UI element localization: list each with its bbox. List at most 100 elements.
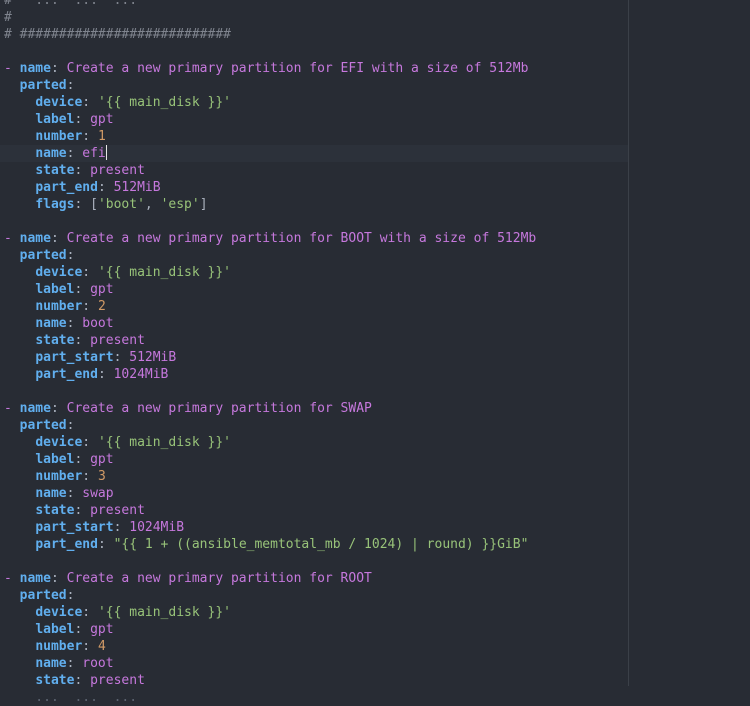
code-token-punct <box>4 520 35 535</box>
code-token-dash: - <box>4 571 20 586</box>
code-token-str: boot <box>82 316 114 331</box>
code-line[interactable]: label: gpt <box>0 111 628 128</box>
code-token-key: label <box>35 282 75 297</box>
code-editor[interactable]: # ... ... ... # # ########################… <box>0 0 750 705</box>
code-token-key: parted <box>19 588 67 603</box>
code-token-quoted: '{{ main_disk }}' <box>97 435 231 450</box>
code-token-quoted: '{{ main_disk }}' <box>97 605 231 620</box>
code-token-key: name <box>35 656 67 671</box>
code-line[interactable]: device: '{{ main_disk }}' <box>0 264 628 281</box>
code-token-key: number <box>35 469 83 484</box>
code-line[interactable]: parted: <box>0 247 628 264</box>
code-line[interactable] <box>0 213 628 230</box>
code-line[interactable]: name: efi <box>0 145 628 162</box>
code-line[interactable]: state: present <box>0 162 628 179</box>
code-token-punct: : <box>66 316 83 331</box>
code-line[interactable]: name: root <box>0 655 628 672</box>
code-line[interactable]: parted: <box>0 77 628 94</box>
code-line[interactable]: # ########################### <box>0 26 628 43</box>
code-line[interactable]: - name: Create a new primary partition f… <box>0 60 628 77</box>
code-line[interactable]: label: gpt <box>0 621 628 638</box>
code-line[interactable]: state: present <box>0 502 628 519</box>
code-token-key: number <box>35 129 83 144</box>
code-token-punct <box>4 282 35 297</box>
code-token-key: label <box>35 112 75 127</box>
code-line[interactable]: - name: Create a new primary partition f… <box>0 400 628 417</box>
code-line[interactable]: # <box>0 9 628 26</box>
code-lines[interactable]: # ... ... ... # # ########################… <box>0 0 628 706</box>
code-token-num: 3 <box>97 469 106 484</box>
code-token-dash: - <box>4 401 20 416</box>
code-token-punct: : <box>50 571 67 586</box>
text-cursor <box>105 145 107 160</box>
code-line[interactable]: device: '{{ main_disk }}' <box>0 434 628 451</box>
code-token-quoted: "{{ 1 + ((ansible_memtotal_mb / 1024) | … <box>113 537 529 552</box>
code-line[interactable]: number: 3 <box>0 468 628 485</box>
code-token-punct: : <box>97 367 114 382</box>
code-token-key: number <box>35 299 83 314</box>
code-line[interactable]: part_start: 512MiB <box>0 349 628 366</box>
code-token-punct: : <box>82 265 98 280</box>
code-token-punct <box>4 367 35 382</box>
code-line[interactable]: state: present <box>0 672 628 689</box>
code-line[interactable]: part_end: "{{ 1 + ((ansible_memtotal_mb … <box>0 536 628 553</box>
code-line[interactable] <box>0 383 628 400</box>
code-token-punct: : <box>50 61 67 76</box>
code-token-partial: ... ... ... <box>4 690 138 705</box>
code-line[interactable]: part_end: 1024MiB <box>0 366 628 383</box>
code-line[interactable]: number: 2 <box>0 298 628 315</box>
code-line[interactable]: flags: ['boot', 'esp'] <box>0 196 628 213</box>
code-token-key: name <box>35 486 67 501</box>
code-token-key: device <box>35 95 83 110</box>
code-token-punct <box>4 129 35 144</box>
code-token-str: Create a new primary partition for EFI w… <box>66 61 529 76</box>
code-token-punct <box>4 350 35 365</box>
code-line[interactable]: number: 4 <box>0 638 628 655</box>
column-ruler <box>628 0 629 686</box>
code-token-punct <box>4 265 35 280</box>
code-token-key: device <box>35 435 83 450</box>
code-token-punct <box>4 316 35 331</box>
code-token-key: device <box>35 265 83 280</box>
code-line[interactable]: part_end: 512MiB <box>0 179 628 196</box>
code-line[interactable]: label: gpt <box>0 451 628 468</box>
code-line[interactable] <box>0 43 628 60</box>
code-line[interactable]: parted: <box>0 417 628 434</box>
code-token-comment: # ########################### <box>4 27 231 42</box>
code-token-key: part_end <box>35 537 98 552</box>
code-token-punct <box>4 469 35 484</box>
code-token-punct: : <box>74 622 91 637</box>
code-token-punct <box>4 197 35 212</box>
code-line[interactable]: label: gpt <box>0 281 628 298</box>
code-line[interactable]: device: '{{ main_disk }}' <box>0 604 628 621</box>
code-token-punct: : <box>74 282 91 297</box>
code-line[interactable]: - name: Create a new primary partition f… <box>0 230 628 247</box>
code-line[interactable]: device: '{{ main_disk }}' <box>0 94 628 111</box>
code-token-punct <box>4 588 20 603</box>
code-token-key: name <box>19 231 51 246</box>
code-token-punct: : <box>82 299 98 314</box>
code-token-str: gpt <box>90 282 114 297</box>
code-line[interactable]: number: 1 <box>0 128 628 145</box>
code-line[interactable]: state: present <box>0 332 628 349</box>
code-line[interactable]: ... ... ... <box>0 689 628 706</box>
code-line[interactable]: name: swap <box>0 485 628 502</box>
code-token-str: present <box>90 333 145 348</box>
code-token-key: name <box>19 401 51 416</box>
code-line[interactable]: parted: <box>0 587 628 604</box>
code-line[interactable]: part_start: 1024MiB <box>0 519 628 536</box>
code-line[interactable]: name: boot <box>0 315 628 332</box>
code-line[interactable]: - name: Create a new primary partition f… <box>0 570 628 587</box>
code-token-key: name <box>35 146 67 161</box>
code-token-punct <box>4 299 35 314</box>
code-token-punct <box>4 418 20 433</box>
code-token-num: 1 <box>97 129 106 144</box>
code-token-key: part_start <box>35 350 114 365</box>
code-token-str: present <box>90 503 145 518</box>
code-line[interactable]: # ... ... ... <box>0 0 628 9</box>
code-line[interactable] <box>0 553 628 570</box>
code-token-punct: : <box>82 95 98 110</box>
code-token-quoted: 'boot' <box>97 197 145 212</box>
code-token-punct <box>4 333 35 348</box>
code-token-punct: : <box>113 350 130 365</box>
